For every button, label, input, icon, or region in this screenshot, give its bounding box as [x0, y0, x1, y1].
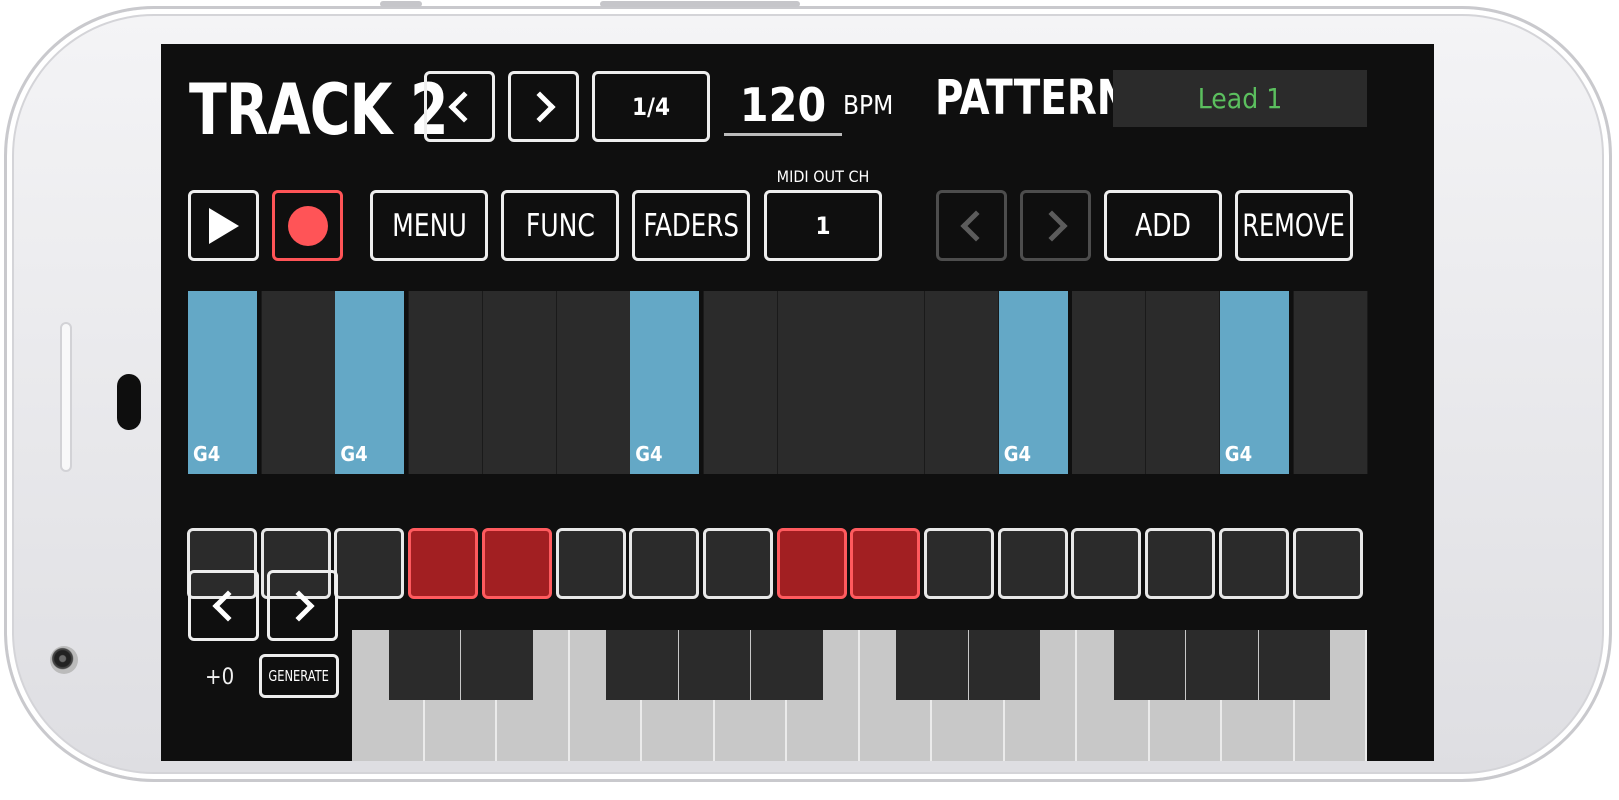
record-button[interactable] [272, 190, 343, 261]
note-lane[interactable] [261, 291, 336, 474]
step-button[interactable] [850, 528, 921, 599]
add-button[interactable]: ADD [1104, 190, 1222, 261]
note-lane[interactable]: G4 [630, 291, 705, 474]
chevron-left-icon [211, 589, 244, 622]
division-button[interactable]: 1/4 [592, 71, 710, 142]
chevron-right-icon [282, 589, 315, 622]
step-button[interactable] [997, 528, 1068, 599]
note-label: G4 [1224, 442, 1253, 466]
black-key[interactable] [751, 630, 823, 700]
pattern-label: PATTERN [935, 70, 1130, 126]
black-key[interactable] [1186, 630, 1258, 700]
hardware-button [380, 1, 422, 7]
chevron-right-icon [523, 90, 556, 123]
menu-button[interactable]: MENU [370, 190, 488, 261]
black-key[interactable] [968, 630, 1041, 700]
func-label: FUNC [525, 207, 595, 244]
midi-out-label: MIDI OUT CH [776, 167, 870, 186]
note-block[interactable]: G4 [188, 291, 257, 474]
prev-track-button[interactable] [424, 71, 495, 142]
step-button[interactable] [1292, 528, 1363, 599]
tempo-value: 120 [739, 78, 827, 132]
black-key[interactable] [606, 630, 678, 700]
generate-label: GENERATE [268, 667, 330, 685]
faders-button[interactable]: FADERS [632, 190, 750, 261]
chevron-right-icon [1035, 209, 1068, 242]
faders-label: FADERS [643, 207, 739, 244]
black-key[interactable] [678, 630, 751, 700]
note-block[interactable]: G4 [335, 291, 405, 474]
note-label: G4 [1003, 442, 1031, 466]
note-lane[interactable] [1146, 291, 1221, 474]
play-button[interactable] [188, 190, 259, 261]
black-key[interactable] [1113, 630, 1186, 700]
speaker-grille [60, 322, 72, 472]
note-lane[interactable] [851, 291, 926, 474]
black-key[interactable] [896, 630, 968, 700]
step-button[interactable] [924, 528, 994, 599]
octave-up-button[interactable] [267, 570, 338, 641]
step-button[interactable] [776, 528, 847, 599]
pattern-select[interactable]: Lead 1 [1113, 70, 1367, 127]
black-key[interactable] [461, 630, 533, 700]
menu-label: MENU [391, 207, 467, 244]
remove-label: REMOVE [1242, 207, 1346, 244]
step-button[interactable] [408, 528, 479, 599]
track-title: TRACK 2 [189, 69, 449, 151]
step-button[interactable] [1218, 528, 1289, 599]
note-lane[interactable] [1072, 291, 1147, 474]
add-label: ADD [1135, 207, 1191, 244]
pattern-name: Lead 1 [1197, 82, 1283, 115]
black-key[interactable] [1258, 630, 1331, 700]
chevron-left-icon [447, 90, 480, 123]
note-lane[interactable] [1293, 291, 1368, 474]
note-lane[interactable] [703, 291, 778, 474]
note-label: G4 [635, 442, 663, 466]
note-lane[interactable]: G4 [335, 291, 410, 474]
note-lane[interactable]: G4 [1219, 291, 1294, 474]
midi-out-channel-button[interactable]: 1 [764, 190, 882, 261]
volume-button [600, 1, 800, 7]
division-value: 1/4 [632, 92, 670, 121]
step-button[interactable] [629, 528, 700, 599]
front-camera [50, 646, 78, 674]
next-pattern-button[interactable] [1020, 190, 1091, 261]
step-button[interactable] [1145, 528, 1216, 599]
note-label: G4 [193, 442, 221, 466]
note-lane[interactable] [409, 291, 484, 474]
note-lane[interactable]: G4 [998, 291, 1073, 474]
note-lane[interactable] [777, 291, 852, 474]
note-lane[interactable]: G4 [188, 291, 262, 474]
note-lane[interactable] [925, 291, 999, 474]
proximity-sensor [117, 374, 141, 430]
func-button[interactable]: FUNC [501, 190, 619, 261]
step-button[interactable] [555, 528, 626, 599]
generate-button[interactable]: GENERATE [259, 654, 339, 698]
octave-down-button[interactable] [188, 570, 259, 641]
tempo-unit: BPM [843, 91, 894, 121]
tempo-field[interactable]: 120 [724, 74, 842, 136]
note-lane[interactable] [556, 291, 631, 474]
step-button[interactable] [702, 528, 773, 599]
note-block[interactable]: G4 [1219, 291, 1289, 474]
remove-button[interactable]: REMOVE [1235, 190, 1353, 261]
note-block[interactable]: G4 [998, 291, 1068, 474]
chevron-left-icon [959, 209, 992, 242]
prev-pattern-button[interactable] [936, 190, 1007, 261]
octave-offset: +0 [205, 665, 235, 690]
note-label: G4 [340, 442, 368, 466]
note-lane[interactable] [482, 291, 557, 474]
step-button[interactable] [1071, 528, 1142, 599]
play-icon [208, 207, 239, 244]
black-key[interactable] [388, 630, 461, 700]
app-screen: TRACK 2 1/4 120 BPM PATTERN Lead 1 MENU … [161, 44, 1434, 761]
next-track-button[interactable] [508, 71, 579, 142]
midi-out-value: 1 [815, 211, 831, 240]
step-button[interactable] [481, 528, 552, 599]
note-block[interactable]: G4 [630, 291, 700, 474]
record-icon [287, 205, 328, 246]
step-button[interactable] [334, 528, 405, 599]
